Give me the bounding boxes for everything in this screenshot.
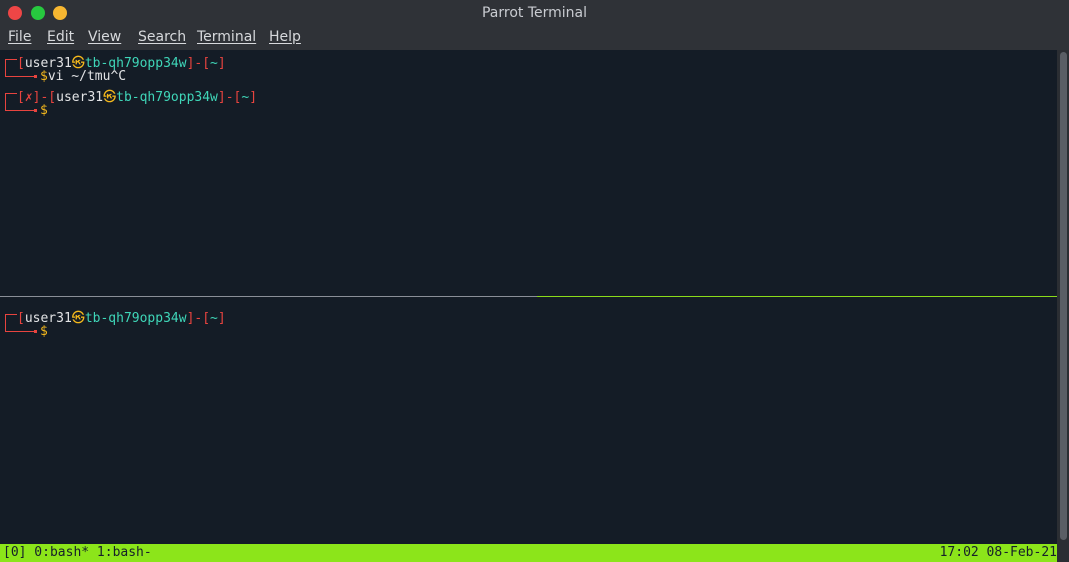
terminal-area[interactable]: [user31㉿tb-qh79opp34w]-[~] $vi ~/tmu^C [… — [0, 50, 1057, 544]
prompt-corner-top — [5, 314, 17, 315]
error-status-icon: ✗ — [24, 90, 33, 105]
prompt-corner-vertical — [5, 93, 6, 110]
menu-edit[interactable]: Edit — [47, 29, 74, 45]
command-line-1: $vi ~/tmu^C — [40, 69, 127, 84]
pane-divider-active[interactable] — [537, 296, 1057, 297]
prompt-corner-bottom — [5, 110, 35, 111]
prompt-corner-vertical — [5, 314, 6, 331]
menu-help[interactable]: Help — [269, 29, 301, 45]
menu-terminal[interactable]: Terminal — [197, 29, 256, 45]
prompt-corner-bottom — [5, 76, 35, 77]
menu-search[interactable]: Search — [138, 29, 186, 45]
prompt-line-1: [user31㉿tb-qh79opp34w]-[~] — [17, 56, 226, 71]
menu-view[interactable]: View — [88, 29, 121, 45]
prompt-corner-dot — [34, 330, 37, 333]
command-line-2: $ — [40, 103, 48, 118]
prompt-corner-vertical — [5, 59, 6, 76]
menu-file[interactable]: File — [8, 29, 31, 45]
tmux-clock: 17:02 08-Feb-21 — [939, 545, 1057, 560]
prompt-line-3: [user31㉿tb-qh79opp34w]-[~] — [17, 311, 226, 326]
prompt-corner-dot — [34, 75, 37, 78]
prompt-corner-top — [5, 59, 17, 60]
command-line-3: $ — [40, 324, 48, 339]
tmux-window-list[interactable]: [0] 0:bash* 1:bash- — [3, 545, 152, 560]
prompt-line-2: [✗]-[user31㉿tb-qh79opp34w]-[~] — [17, 90, 258, 105]
prompt-corner-bottom — [5, 331, 35, 332]
window-title: Parrot Terminal — [481, 5, 588, 21]
pane-divider[interactable] — [0, 296, 537, 297]
tmux-status-bar: [0] 0:bash* 1:bash- 17:02 08-Feb-21 — [0, 544, 1057, 562]
title-bar: Parrot Terminal — [0, 0, 1069, 26]
menu-bar: File Edit View Search Terminal Help — [0, 26, 1069, 50]
prompt-corner-top — [5, 93, 17, 94]
prompt-corner-dot — [34, 109, 37, 112]
scrollbar-thumb[interactable] — [1060, 52, 1067, 540]
